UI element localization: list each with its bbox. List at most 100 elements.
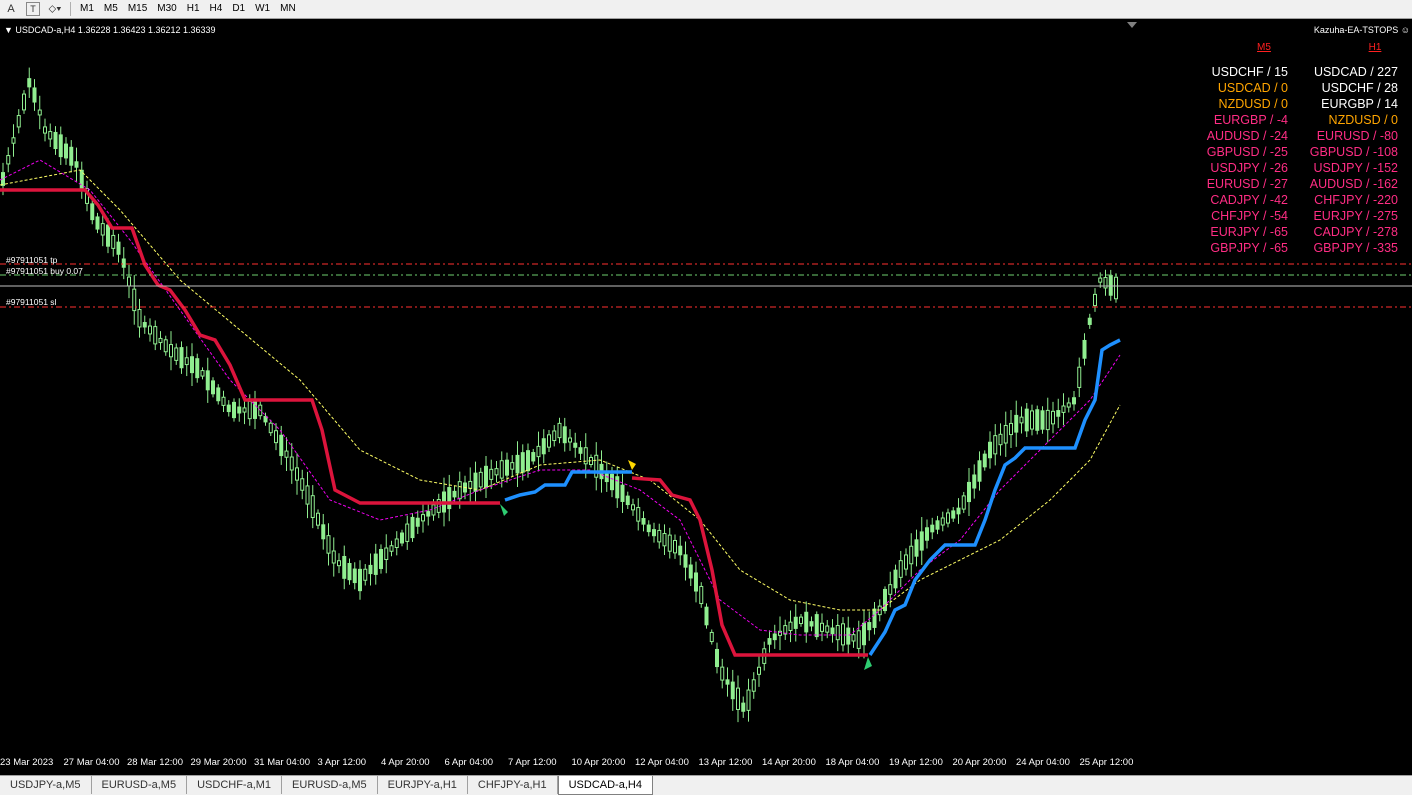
h1-header: H1	[1368, 42, 1382, 53]
candle-body	[788, 621, 793, 631]
shapes-icon[interactable]: ⬦▾	[44, 0, 66, 18]
candle-body	[48, 131, 53, 140]
candle-body	[746, 689, 751, 711]
candle-body	[331, 550, 336, 564]
candle-body	[342, 555, 347, 579]
candle-body	[704, 606, 709, 626]
candle-body	[541, 438, 546, 455]
candle-body	[95, 216, 100, 230]
candle-body	[69, 146, 74, 166]
candle-body	[699, 585, 704, 605]
price-chart[interactable]: ▼ USDCAD-a,H4 1.36228 1.36423 1.36212 1.…	[0, 20, 1412, 773]
candle-body	[741, 702, 746, 712]
ea-label: Kazuha-EA-TSTOPS ☺	[1314, 25, 1410, 35]
buy-arrow-icon	[864, 657, 872, 670]
candle-body	[90, 203, 95, 221]
candle-body	[279, 434, 284, 457]
candle-body	[426, 511, 431, 517]
time-axis-label: 10 Apr 20:00	[571, 757, 626, 768]
timeframe-m30[interactable]: M30	[152, 0, 181, 18]
chart-tab[interactable]: EURUSD-a,M5	[92, 776, 188, 794]
candle-body	[316, 512, 320, 526]
candle-body	[772, 633, 777, 641]
time-axis-label: 29 Mar 20:00	[190, 757, 247, 768]
candle-body	[536, 445, 541, 458]
candle-body	[121, 258, 126, 268]
candle-body	[43, 126, 47, 134]
candle-body	[851, 634, 856, 642]
chart-tab[interactable]: EURJPY-a,H1	[378, 776, 468, 794]
candle-body	[662, 533, 667, 547]
text-t-icon[interactable]: T	[26, 2, 40, 16]
time-axis-label: 7 Apr 12:00	[508, 757, 557, 768]
candle-body	[888, 584, 893, 595]
candle-body	[305, 485, 310, 505]
chart-tab[interactable]: USDCHF-a,M1	[187, 776, 283, 794]
timeframe-mn[interactable]: MN	[275, 0, 301, 18]
chart-tab[interactable]: EURUSD-a,M5	[282, 776, 378, 794]
timeframe-w1[interactable]: W1	[250, 0, 275, 18]
candle-body	[447, 487, 452, 510]
candle-body	[610, 473, 614, 491]
candle-body	[153, 326, 158, 345]
candle-body	[74, 161, 79, 168]
candle-body	[1019, 416, 1024, 424]
candle-body	[526, 450, 530, 472]
timeframe-m5[interactable]: M5	[99, 0, 123, 18]
candle-body	[793, 616, 798, 629]
chart-tab[interactable]: USDCAD-a,H4	[557, 776, 653, 795]
candle-body	[961, 495, 966, 510]
candle-body	[925, 527, 929, 541]
timeframe-d1[interactable]: D1	[227, 0, 250, 18]
candle-body	[1098, 277, 1103, 283]
sell-arrow-icon	[628, 460, 636, 470]
candle-body	[274, 430, 278, 444]
candle-body	[16, 115, 21, 128]
candle-body	[142, 322, 147, 328]
timeframe-m15[interactable]: M15	[123, 0, 152, 18]
candle-body	[641, 518, 646, 525]
chart-tab[interactable]: USDJPY-a,M5	[0, 776, 92, 794]
candle-body	[295, 467, 299, 481]
toolbar: A T ⬦▾ M1 M5 M15 M30 H1 H4 D1 W1 MN	[0, 0, 1412, 19]
candle-body	[352, 568, 357, 584]
candle-body	[767, 638, 772, 645]
candle-body	[373, 553, 378, 575]
strength-h1-row: USDCAD / 227	[1313, 65, 1398, 79]
candle-body	[688, 564, 693, 579]
candle-body	[841, 623, 845, 646]
candle-body	[830, 627, 835, 635]
candle-body	[967, 481, 971, 503]
candle-body	[431, 504, 436, 516]
chart-tab[interactable]: CHFJPY-a,H1	[468, 776, 558, 794]
text-a-icon[interactable]: A	[0, 0, 22, 18]
time-axis-label: 31 Mar 04:00	[254, 757, 310, 768]
candle-body	[284, 450, 289, 458]
timeframe-m1[interactable]: M1	[75, 0, 99, 18]
candle-body	[835, 625, 840, 641]
candle-body	[405, 523, 410, 542]
candle-body	[1082, 339, 1087, 359]
candle-body	[468, 480, 473, 489]
candle-body	[531, 452, 536, 462]
candle-body	[725, 679, 730, 685]
timeframe-h4[interactable]: H4	[205, 0, 228, 18]
symbol-info: ▼ USDCAD-a,H4 1.36228 1.36423 1.36212 1.…	[4, 25, 216, 35]
candle-body	[169, 344, 173, 358]
candle-body	[384, 547, 389, 561]
candle-body	[421, 514, 425, 522]
candle-body	[998, 433, 1003, 446]
dropdown-triangle-icon[interactable]: ▼	[4, 25, 15, 35]
candle-body	[363, 568, 368, 581]
time-axis-label: 19 Apr 12:00	[889, 757, 943, 768]
timeframe-h1[interactable]: H1	[182, 0, 205, 18]
fast-ma-line	[0, 159, 1121, 636]
candle-body	[820, 622, 824, 632]
candle-body	[631, 504, 635, 511]
candle-body	[988, 441, 992, 459]
trade-tp-label: #97911051 tp	[6, 255, 58, 265]
candle-body	[814, 614, 819, 638]
candle-body	[184, 357, 189, 366]
time-axis-label: 6 Apr 04:00	[444, 757, 494, 768]
candle-body	[163, 339, 168, 353]
